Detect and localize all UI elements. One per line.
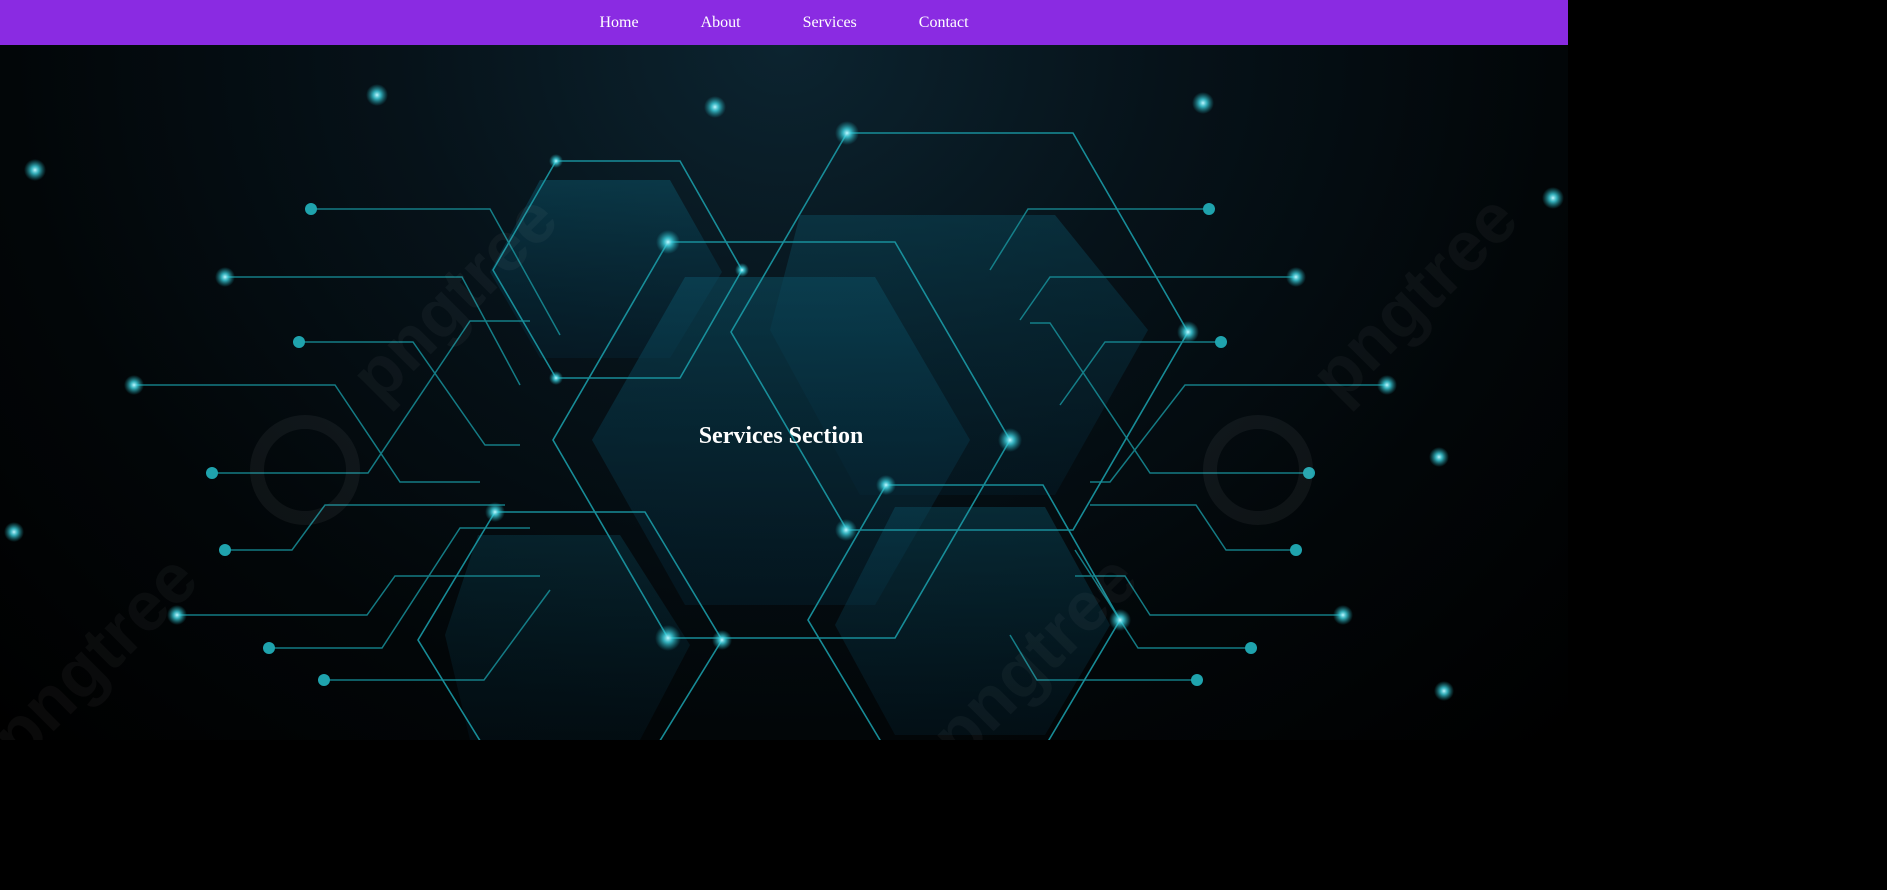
nav-link-services[interactable]: Services (772, 14, 888, 32)
svg-text:pngtree: pngtree (0, 539, 212, 740)
hexagon-circuit-background: pngtree pngtree pngtree pngtree (0, 84, 1564, 740)
top-navbar: Home About Services Contact (0, 0, 1568, 45)
nav-link-contact[interactable]: Contact (888, 14, 1000, 32)
svg-text:pngtree: pngtree (1295, 179, 1532, 416)
nav-link-about[interactable]: About (670, 14, 772, 32)
services-hero-section: pngtree pngtree pngtree pngtree Services… (0, 45, 1568, 740)
services-section-title: Services Section (698, 423, 864, 449)
nav-link-home[interactable]: Home (568, 14, 669, 32)
